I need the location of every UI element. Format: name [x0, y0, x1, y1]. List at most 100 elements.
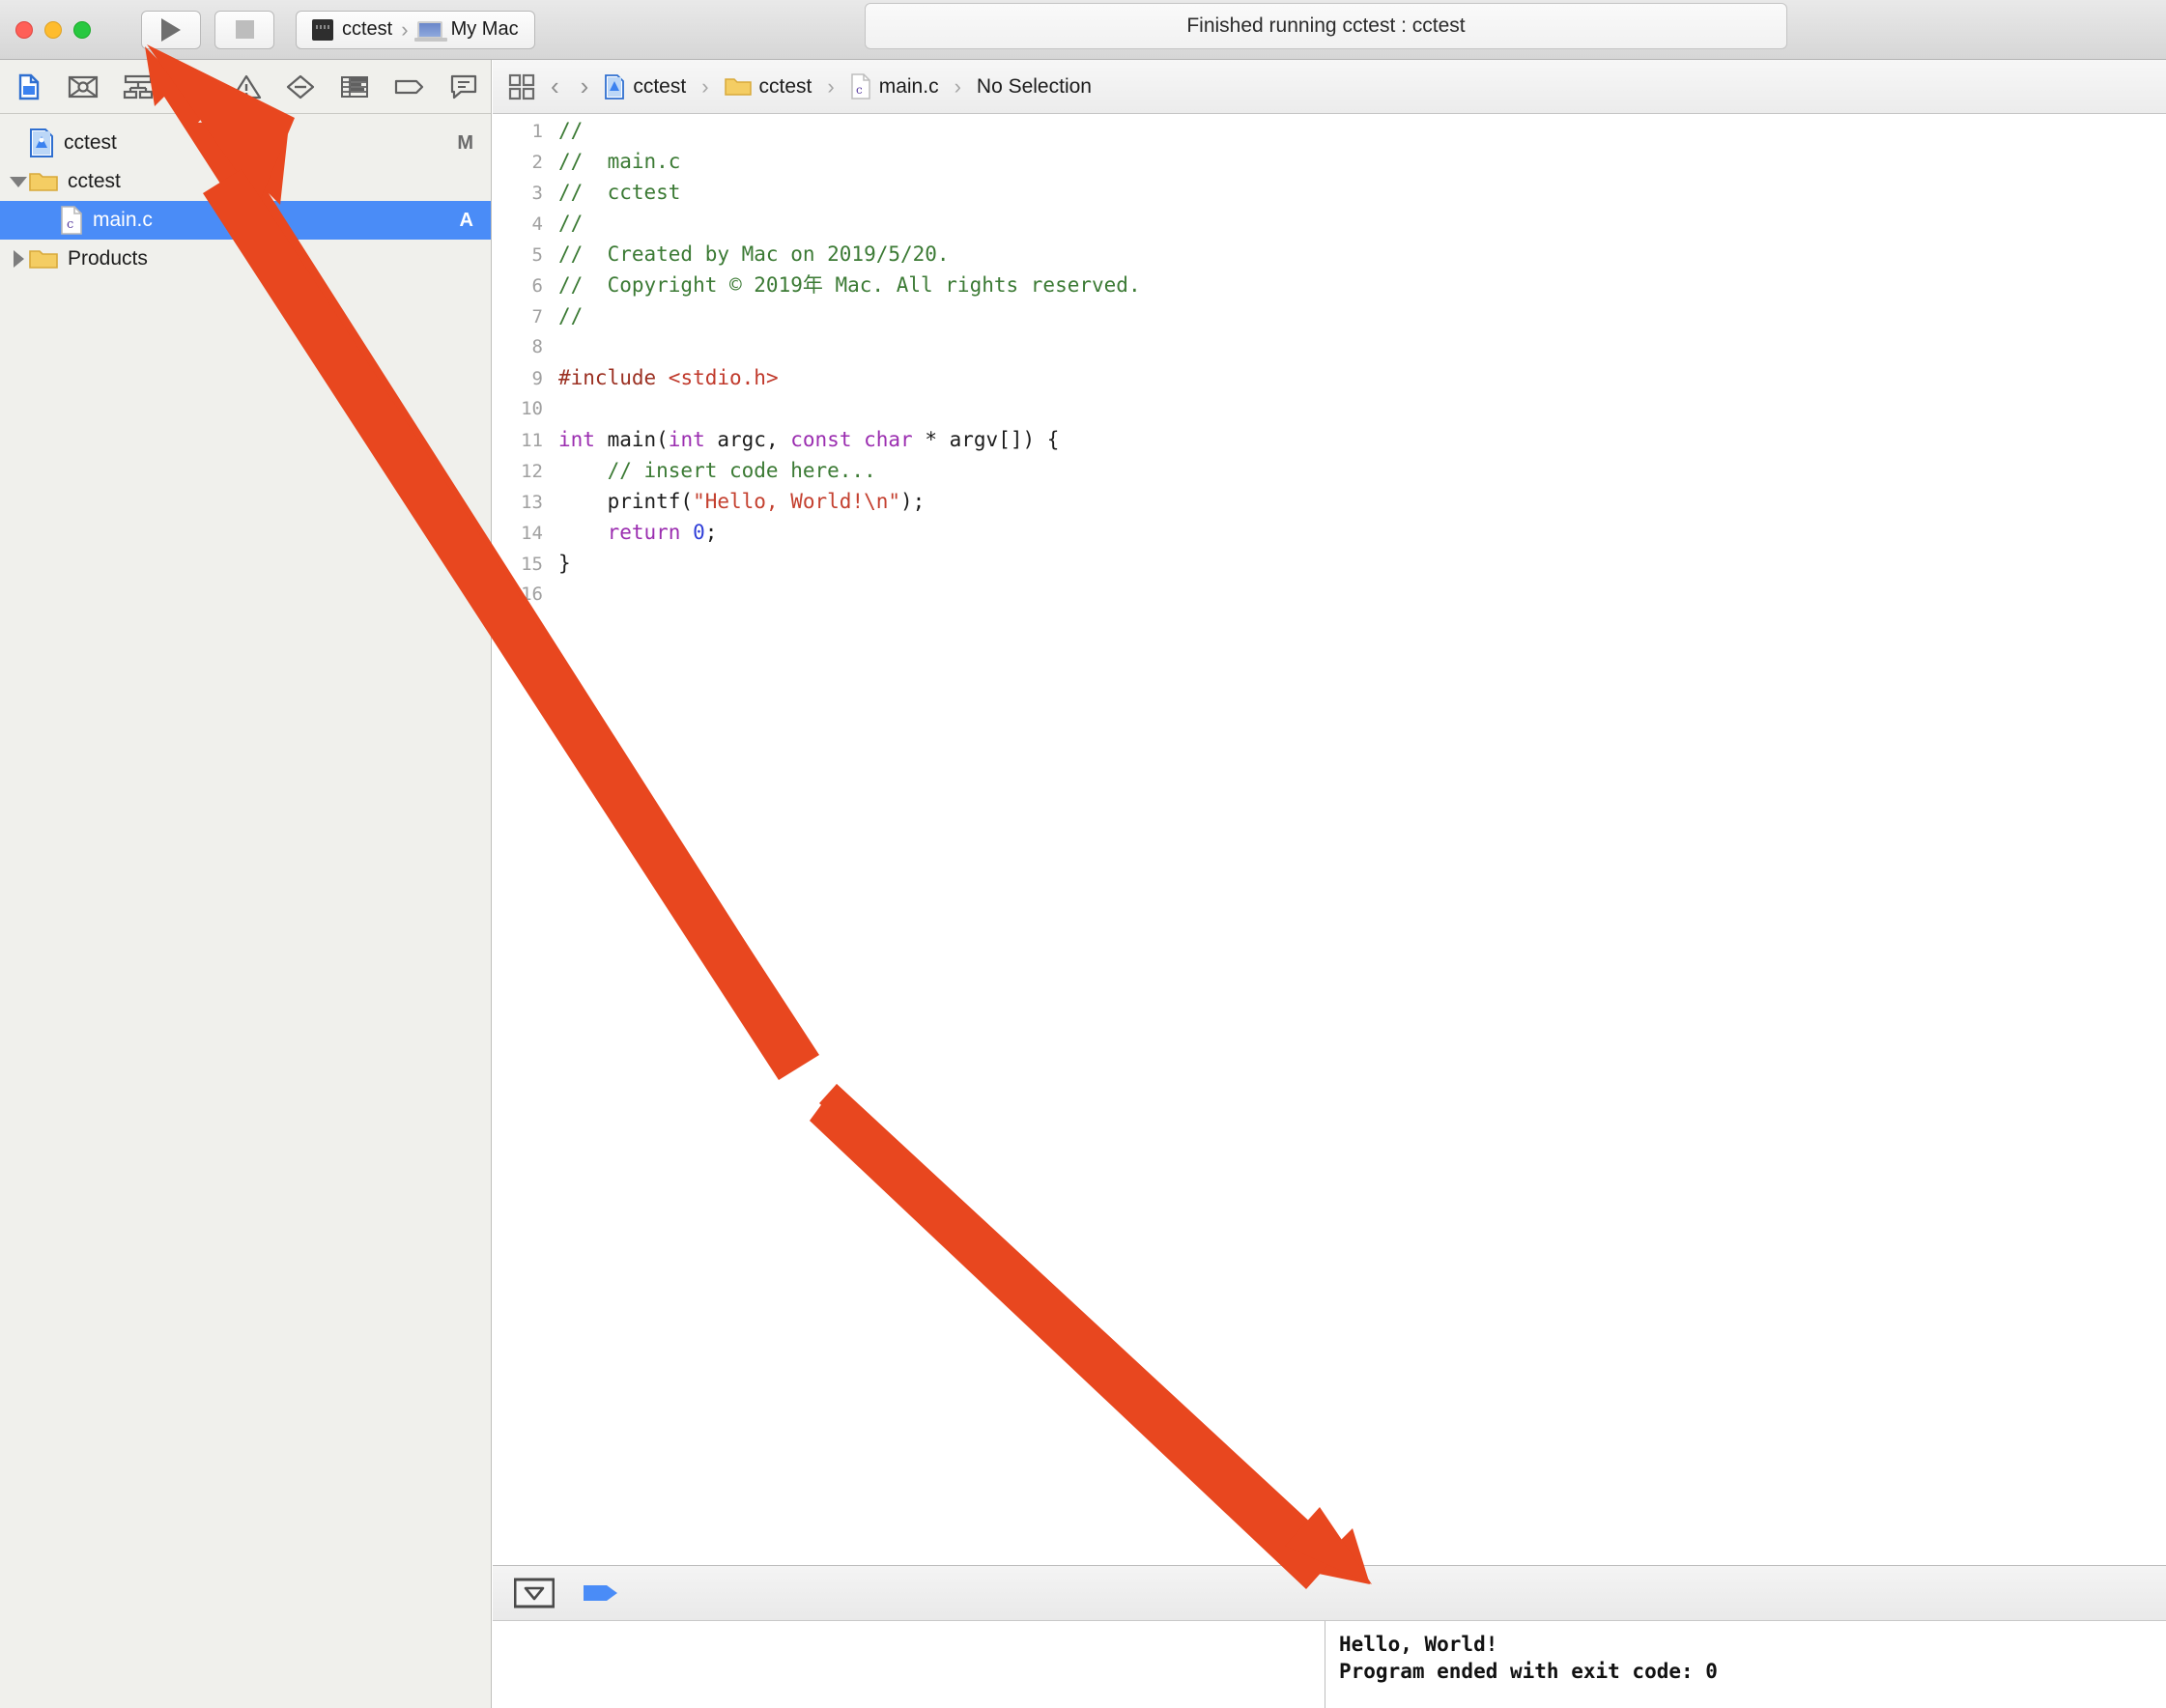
code-line: 1 // — [493, 115, 2166, 146]
scheme-destination-button[interactable]: cctest › My Mac — [296, 10, 535, 49]
minimize-window-button[interactable] — [44, 20, 62, 39]
code-line: 3 // cctest — [493, 177, 2166, 208]
line-number: 16 — [521, 584, 543, 605]
line-number: 6 — [531, 275, 543, 297]
debug-navigator-icon[interactable] — [328, 60, 382, 113]
symbol-navigator-icon[interactable] — [110, 60, 164, 113]
line-number: 14 — [521, 523, 543, 544]
code-line-text[interactable]: // Created by Mac on 2019/5/20. — [558, 239, 950, 270]
activity-status-field: Finished running cctest : cctest — [865, 3, 1787, 49]
disclosure-triangle-open-icon[interactable] — [8, 176, 29, 187]
code-line-text[interactable]: // cctest — [558, 177, 680, 208]
code-token: // — [558, 304, 584, 327]
window-controls[interactable] — [15, 20, 91, 39]
code-line: 13 printf("Hello, World!\n"); — [493, 486, 2166, 517]
code-line-text[interactable]: #include <stdio.h> — [558, 362, 779, 393]
navigator-pane: cctest M cctest c main.c A Products — [0, 60, 492, 1708]
breadcrumb-selection[interactable]: No Selection — [977, 75, 1092, 99]
svg-text:c: c — [856, 83, 863, 97]
source-code-editor[interactable]: 1 // 2 // main.c 3 // cctest 4 // 5 // Created by… — [493, 115, 2166, 1594]
tree-row-main-c[interactable]: c main.c A — [0, 201, 491, 240]
code-token: <stdio.h> — [668, 366, 779, 389]
code-line: 9 #include <stdio.h> — [493, 362, 2166, 393]
breadcrumb-label: No Selection — [976, 74, 1092, 98]
code-line-text[interactable]: printf("Hello, World!\n"); — [558, 486, 926, 517]
line-number: 13 — [521, 492, 543, 513]
maximize-window-button[interactable] — [73, 20, 91, 39]
line-number: 1 — [531, 121, 543, 142]
issue-navigator-icon[interactable] — [219, 60, 273, 113]
console-line: Program ended with exit code: 0 — [1339, 1660, 1718, 1683]
tree-item-label: cctest — [64, 131, 117, 154]
tree-row-group-cctest[interactable]: cctest — [0, 162, 491, 201]
console-output[interactable]: Hello, World! Program ended with exit co… — [1325, 1621, 2166, 1708]
close-window-button[interactable] — [15, 20, 33, 39]
code-line-text[interactable]: } — [558, 548, 571, 579]
line-number: 3 — [531, 183, 543, 204]
folder-navigator-icon[interactable] — [2, 60, 56, 113]
navigate-forward-button[interactable]: › — [575, 71, 595, 101]
code-token: #include — [558, 366, 669, 389]
code-token: // Copyright © 2019年 Mac. All rights res… — [558, 273, 1141, 297]
code-token: printf( — [558, 490, 694, 513]
breadcrumb-project[interactable]: cctest — [604, 73, 687, 100]
code-line-text[interactable]: // — [558, 300, 583, 331]
toggle-debug-area-button[interactable] — [514, 1578, 555, 1608]
breadcrumb-group[interactable]: cctest — [724, 74, 812, 99]
breadcrumb-label: cctest — [633, 74, 687, 98]
scheme-separator-icon: › — [401, 16, 409, 42]
code-line-text[interactable]: // main.c — [558, 146, 680, 177]
report-navigator-icon[interactable] — [437, 60, 491, 113]
code-line-text[interactable]: int main(int argc, const char * argv[]) … — [558, 424, 1059, 455]
folder-icon — [29, 247, 58, 270]
code-token: ; — [704, 521, 718, 544]
code-line: 5 // Created by Mac on 2019/5/20. — [493, 239, 2166, 270]
c-file-icon: c — [850, 73, 870, 100]
navigate-back-button[interactable]: ‹ — [545, 71, 565, 101]
tree-row-project[interactable]: cctest M — [0, 124, 491, 162]
code-token: const — [790, 428, 852, 451]
project-navigator-tree[interactable]: cctest M cctest c main.c A Products — [0, 114, 491, 278]
code-token: // cctest — [558, 181, 681, 204]
c-file-icon: c — [60, 206, 83, 235]
step-continue-button[interactable] — [582, 1580, 620, 1607]
code-token: // main.c — [558, 150, 681, 173]
code-line: 15} — [493, 548, 2166, 579]
window-title-bar: cctest › My Mac Finished running cctest … — [0, 0, 2166, 60]
stop-icon — [235, 20, 254, 39]
code-line-text[interactable]: // — [558, 115, 583, 146]
related-items-icon[interactable] — [508, 73, 535, 100]
code-line-text[interactable]: // insert code here... — [558, 455, 876, 486]
code-line-text[interactable]: // — [558, 208, 583, 239]
stop-button[interactable] — [214, 10, 274, 49]
find-navigator-icon[interactable] — [165, 60, 219, 113]
code-line: 8 — [493, 331, 2166, 362]
code-token: return — [607, 521, 681, 544]
code-line: 16 — [493, 579, 2166, 610]
disclosure-triangle-closed-icon[interactable] — [8, 250, 29, 268]
variables-view[interactable] — [493, 1621, 1325, 1708]
breakpoint-navigator-icon[interactable] — [383, 60, 437, 113]
folder-icon — [29, 170, 58, 193]
scheme-target-icon — [312, 18, 333, 41]
code-token: char — [864, 428, 913, 451]
breadcrumb-separator: › — [827, 73, 835, 99]
code-token: int — [668, 428, 705, 451]
jump-bar[interactable]: ‹ › cctest › cctest › c main.c › No Sele… — [493, 60, 2166, 114]
code-line-text[interactable]: // Copyright © 2019年 Mac. All rights res… — [558, 270, 1141, 300]
code-line: 2 // main.c — [493, 146, 2166, 177]
tree-item-label: main.c — [93, 209, 153, 231]
code-token: } — [558, 552, 571, 575]
editor-area: ‹ › cctest › cctest › c main.c › No Sele… — [493, 60, 2166, 1708]
code-line-text[interactable]: return 0; — [558, 517, 718, 548]
source-control-navigator-icon[interactable] — [56, 60, 110, 113]
run-button[interactable] — [141, 10, 201, 49]
breadcrumb-file[interactable]: c main.c — [850, 73, 939, 100]
line-number: 8 — [531, 336, 543, 357]
breadcrumb-label: cctest — [758, 74, 812, 98]
tree-row-products[interactable]: Products — [0, 240, 491, 278]
test-navigator-icon[interactable] — [273, 60, 328, 113]
xcode-project-icon — [605, 73, 625, 100]
